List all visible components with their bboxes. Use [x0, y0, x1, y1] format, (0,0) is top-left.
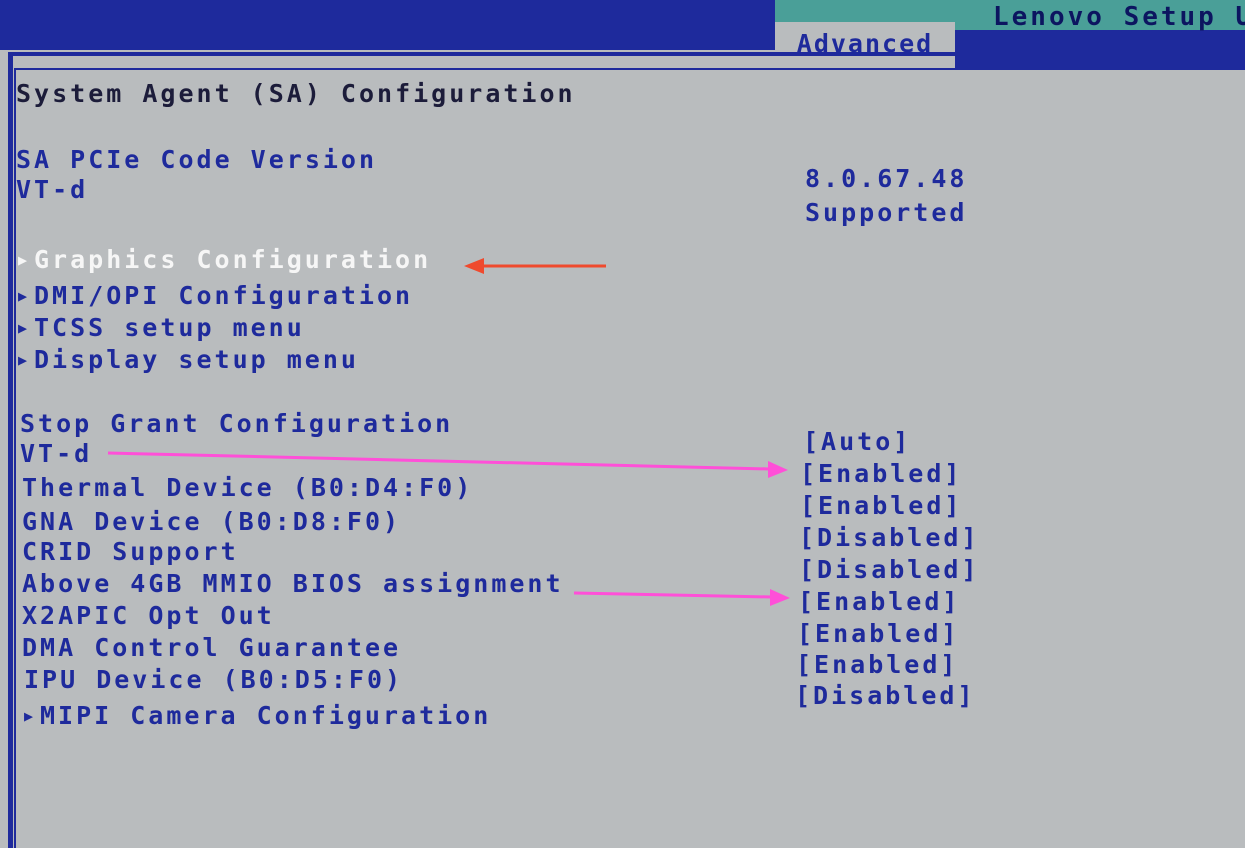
arrow-icon: [573, 589, 790, 606]
arrow-icon: [464, 258, 606, 274]
annotation-overlay: [107, 258, 790, 606]
arrow-icon: [107, 451, 788, 478]
